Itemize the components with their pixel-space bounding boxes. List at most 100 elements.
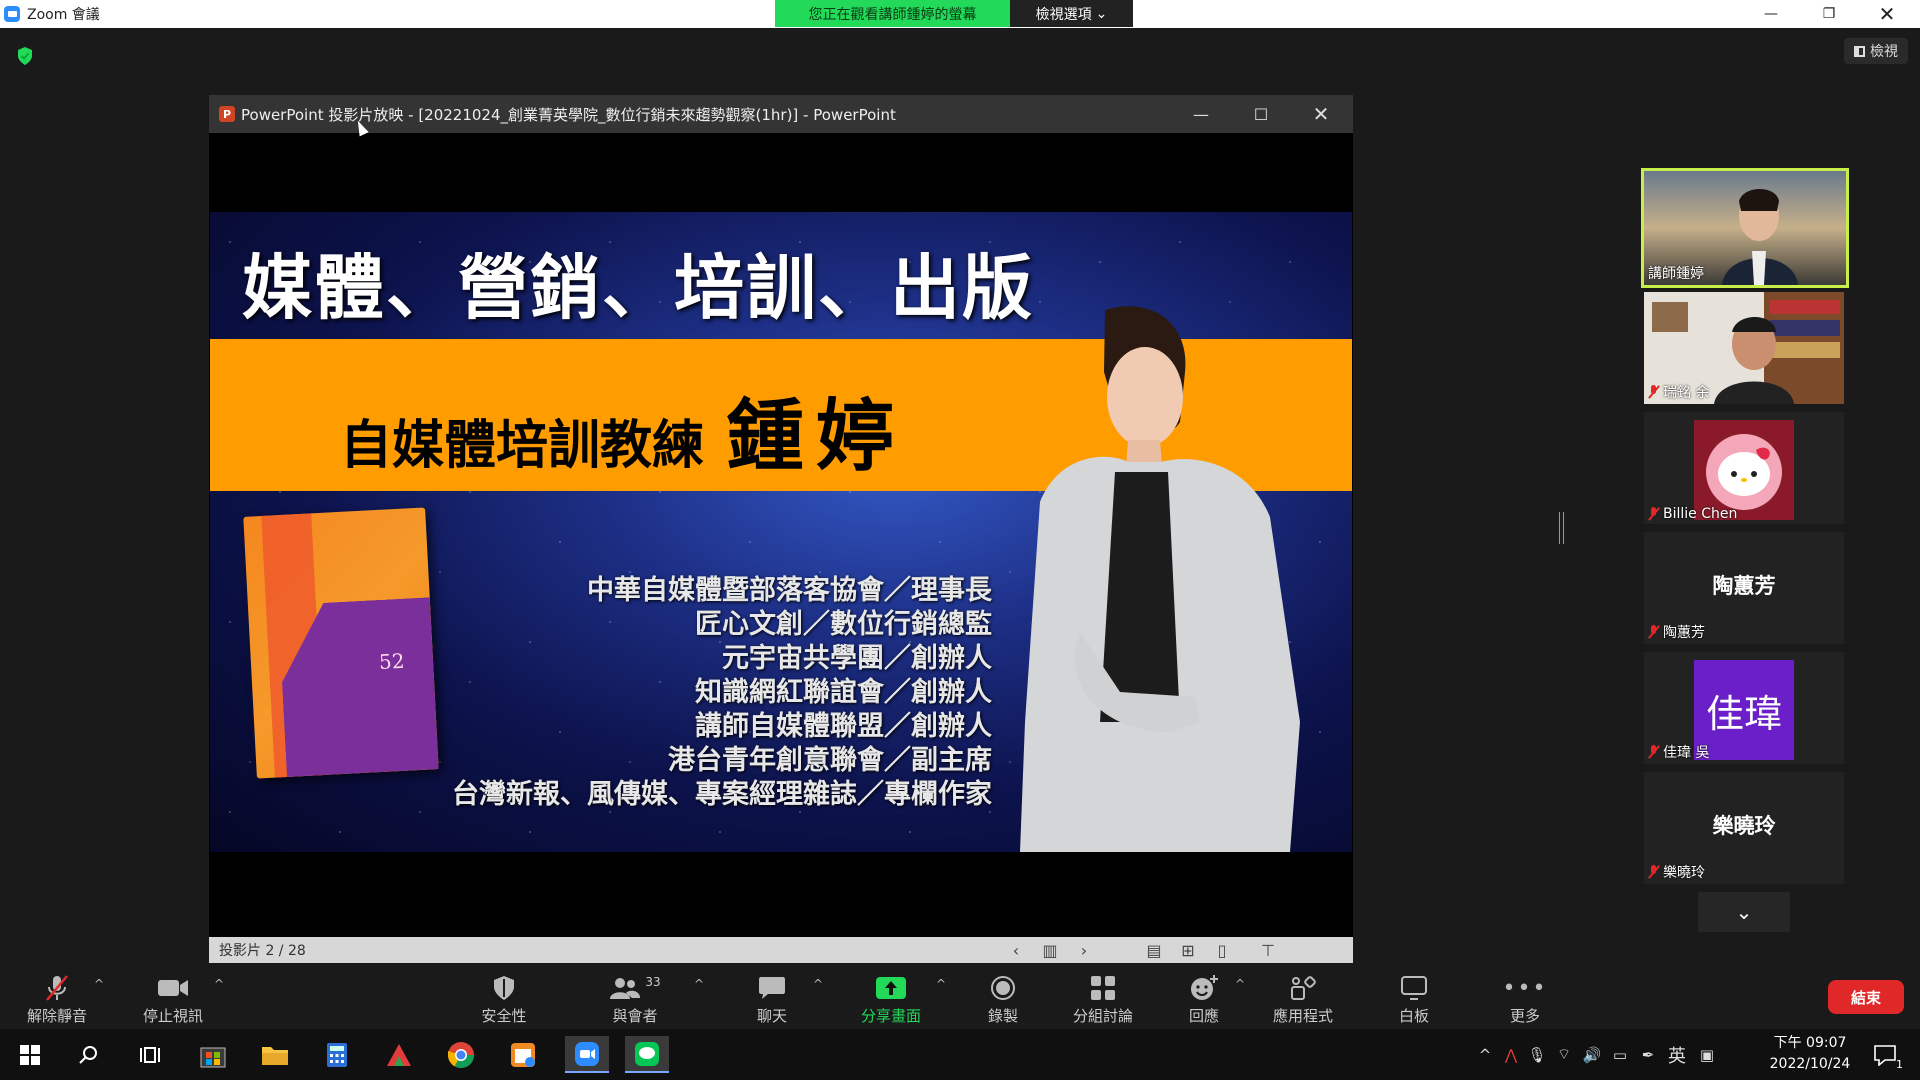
view-layout-icon — [1854, 45, 1865, 57]
view-button-label: 檢視 — [1870, 44, 1898, 60]
battery-icon[interactable]: ▭ — [1606, 1046, 1634, 1064]
security-label: 安全性 — [481, 1007, 527, 1025]
next-slide-icon[interactable]: › — [1075, 941, 1093, 960]
taskbar-file-explorer[interactable] — [255, 1036, 295, 1073]
panel-resize-handle[interactable] — [1559, 512, 1564, 544]
reactions-label: 回應 — [1188, 1007, 1219, 1025]
previous-slide-icon[interactable]: ‹ — [1007, 941, 1025, 960]
system-tray: ^ ⋀ 🎙 ⌔ 🔊 ▭ ✒ 英 ▣ — [1472, 1029, 1722, 1080]
stop-video-button[interactable]: 停止視訊 ^ — [118, 973, 228, 1026]
participant-tile[interactable]: 佳瑋 佳瑋 吳 — [1644, 652, 1844, 764]
minimize-icon: — — [1764, 6, 1778, 22]
start-button[interactable] — [10, 1036, 50, 1073]
close-button[interactable]: ✕ — [1858, 0, 1916, 28]
gallery-view-button[interactable]: 檢視 — [1844, 38, 1908, 64]
participant-name: Billie Chen — [1663, 506, 1738, 522]
microphone-tray-icon[interactable]: 🎙 — [1524, 1046, 1550, 1064]
participant-tile[interactable]: 瑞銘 余 — [1644, 292, 1844, 404]
share-caret-icon[interactable]: ^ — [936, 977, 946, 991]
participant-tile[interactable]: 講師鍾婷 — [1641, 168, 1849, 288]
task-view-button[interactable] — [130, 1036, 170, 1073]
minimize-button[interactable]: — — [1742, 0, 1800, 28]
more-participants-button[interactable]: ⌄ — [1698, 892, 1790, 932]
powerpoint-logo-icon: P — [219, 106, 235, 122]
participant-tile[interactable]: 樂曉玲 樂曉玲 — [1644, 772, 1844, 884]
slide-sorter-icon[interactable]: ▥ — [1041, 941, 1059, 960]
record-button[interactable]: 錄製 — [948, 973, 1058, 1026]
chat-button[interactable]: 聊天 ^ — [717, 973, 827, 1026]
video-options-caret-icon[interactable]: ^ — [214, 977, 224, 991]
ime-mode-icon[interactable]: ▣ — [1692, 1046, 1722, 1064]
muted-mic-icon — [1648, 865, 1660, 879]
orange-app-icon — [511, 1042, 535, 1067]
participant-name: 陶蕙芳 — [1663, 625, 1705, 641]
unmute-button[interactable]: 解除靜音 ^ — [2, 973, 112, 1026]
muted-mic-icon — [1648, 625, 1660, 639]
more-button[interactable]: ••• 更多 — [1470, 973, 1580, 1026]
ppt-minimize-button[interactable]: — — [1171, 95, 1231, 133]
windows-taskbar: ^ ⋀ 🎙 ⌔ 🔊 ▭ ✒ 英 ▣ 下午 09:07 2022/10/24 1 — [0, 1029, 1920, 1080]
end-meeting-button[interactable]: 結束 — [1828, 980, 1904, 1014]
network-app-icon[interactable]: ⋀ — [1498, 1046, 1524, 1064]
taskbar-app-red[interactable] — [379, 1036, 419, 1073]
participants-icon — [610, 978, 641, 999]
app-title: Zoom 會議 — [27, 7, 100, 23]
slide-canvas: 媒體、營銷、培訓、出版 自媒體培訓教練 鍾婷 52 中華自媒體暨部落客協會／理事… — [210, 212, 1352, 852]
participant-name-label: 佳瑋 吳 — [1648, 742, 1709, 762]
normal-view-icon[interactable]: ▤ — [1145, 941, 1163, 960]
participants-caret-icon[interactable]: ^ — [694, 977, 704, 991]
participant-display-name: 陶蕙芳 — [1712, 574, 1776, 598]
share-banner: 您正在觀看講師鍾婷的螢幕 檢視選項 ⌄ — [775, 0, 1133, 27]
whiteboard-label: 白板 — [1398, 1007, 1429, 1025]
restore-button[interactable]: ❐ — [1800, 0, 1858, 28]
powerpoint-titlebar: P PowerPoint 投影片放映 - [20221024_創業菁英學院_數位… — [209, 95, 1353, 133]
show-hidden-icons-icon[interactable]: ^ — [1472, 1046, 1498, 1064]
zoom-meeting-window: Zoom 會議 您正在觀看講師鍾婷的螢幕 檢視選項 ⌄ — ❐ ✕ 檢視 P P… — [0, 0, 1920, 1080]
chat-caret-icon[interactable]: ^ — [813, 977, 823, 991]
credential-line: 元宇宙共學團／創辦人 — [722, 643, 992, 674]
taskbar-calculator[interactable] — [317, 1036, 357, 1073]
breakout-rooms-button[interactable]: 分組討論 — [1048, 973, 1158, 1026]
whiteboard-button[interactable]: 白板 — [1359, 973, 1469, 1026]
breakout-rooms-icon — [1091, 976, 1115, 1000]
pen-icon[interactable]: ✒ — [1634, 1046, 1662, 1064]
apps-button[interactable]: 應用程式 — [1248, 973, 1358, 1026]
participant-tile[interactable]: 陶蕙芳 陶蕙芳 — [1644, 532, 1844, 644]
participant-tile[interactable]: Billie Chen — [1644, 412, 1844, 524]
reading-view-icon[interactable]: ▯ — [1213, 941, 1231, 960]
wifi-icon[interactable]: ⌔ — [1550, 1045, 1578, 1064]
minimize-icon: — — [1193, 104, 1209, 124]
share-screen-button[interactable]: 分享畫面 ^ — [836, 973, 946, 1026]
grid-view-icon[interactable]: ⊞ — [1179, 941, 1197, 960]
participant-display-name: 樂曉玲 — [1712, 814, 1776, 838]
taskbar-calendar-app[interactable] — [503, 1036, 543, 1073]
ime-language-indicator[interactable]: 英 — [1662, 1042, 1692, 1068]
volume-icon[interactable]: 🔊 — [1578, 1046, 1606, 1064]
maximize-icon: ☐ — [1253, 104, 1269, 124]
chat-bubble-icon — [759, 977, 785, 999]
taskbar-chrome[interactable] — [441, 1036, 481, 1073]
reactions-button[interactable]: 回應 ^ — [1149, 973, 1259, 1026]
reactions-caret-icon[interactable]: ^ — [1235, 977, 1245, 991]
participants-button[interactable]: 33 與會者 ^ — [580, 973, 704, 1026]
ppt-maximize-button[interactable]: ☐ — [1231, 95, 1291, 133]
audio-options-caret-icon[interactable]: ^ — [94, 977, 104, 991]
taskbar-store[interactable] — [193, 1036, 233, 1073]
ppt-close-button[interactable]: ✕ — [1291, 95, 1351, 133]
encryption-shield-icon[interactable] — [16, 46, 34, 66]
muted-mic-icon — [46, 975, 68, 1001]
search-button[interactable] — [68, 1036, 108, 1073]
chat-label: 聊天 — [756, 1007, 787, 1025]
line-app-icon — [635, 1041, 659, 1066]
taskbar-zoom[interactable] — [565, 1036, 609, 1073]
credential-line: 台灣新報、風傳媒、專案經理雜誌／專欄作家 — [452, 779, 992, 810]
book-numeral: 52 — [378, 648, 406, 675]
taskbar-line[interactable] — [625, 1036, 669, 1073]
security-button[interactable]: 安全性 — [449, 973, 559, 1026]
slideshow-view-icon[interactable]: ⊤ — [1259, 941, 1277, 960]
notification-center-button[interactable]: 1 — [1865, 1036, 1905, 1073]
stop-video-label: 停止視訊 — [142, 1007, 203, 1025]
unmute-label: 解除靜音 — [26, 1007, 87, 1025]
view-options-button[interactable]: 檢視選項 ⌄ — [1010, 0, 1133, 27]
taskbar-clock[interactable]: 下午 09:07 2022/10/24 — [1760, 1033, 1860, 1075]
